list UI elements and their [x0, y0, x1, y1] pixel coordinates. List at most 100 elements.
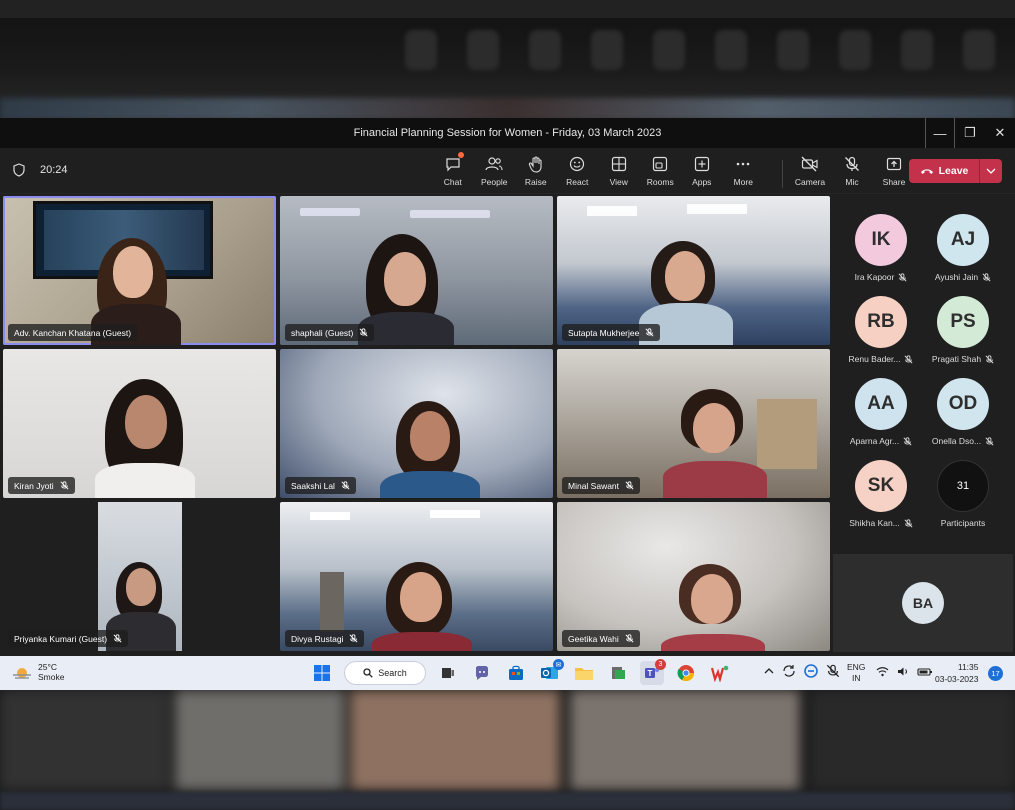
- phone-hangup-icon: [920, 169, 933, 174]
- participant-name: Renu Bader...: [848, 354, 901, 364]
- toolbar-divider: [782, 160, 783, 188]
- video-tile[interactable]: Priyanka Kumari (Guest): [3, 502, 276, 651]
- ghost-video-strip: [0, 98, 1015, 120]
- video-tile[interactable]: Adv. Kanchan Khatana (Guest): [3, 196, 276, 345]
- mic-button[interactable]: Mic: [831, 154, 873, 188]
- wifi-icon: [876, 667, 889, 677]
- edge-icon[interactable]: [804, 664, 818, 678]
- weather-haze-icon: [13, 668, 31, 679]
- people-button[interactable]: People: [474, 154, 516, 187]
- raise-hand-button[interactable]: Raise: [515, 154, 557, 187]
- mic-off-icon: [904, 354, 913, 363]
- participant-count-card[interactable]: 31 Participants: [923, 460, 1003, 528]
- teams-meeting-window: Financial Planning Session for Women - F…: [0, 118, 1015, 656]
- leave-button[interactable]: Leave: [909, 159, 979, 183]
- ghost-toolbar: [405, 30, 995, 70]
- camera-label: Camera: [794, 177, 826, 187]
- chrome-button[interactable]: [674, 661, 698, 685]
- video-tile[interactable]: shaphali (Guest): [280, 196, 553, 345]
- video-tile[interactable]: Sutapta Mukherjee: [557, 196, 830, 345]
- system-status[interactable]: [876, 666, 933, 677]
- rooms-label: Rooms: [646, 177, 674, 187]
- video-tile[interactable]: Kiran Jyoti: [3, 349, 276, 498]
- chat-button[interactable]: Chat: [432, 152, 474, 187]
- teams-button[interactable]: T 3: [640, 659, 666, 685]
- outlook-button[interactable]: ✉: [538, 659, 564, 685]
- chat-app-button[interactable]: [470, 661, 494, 685]
- clock[interactable]: 11:35 03-03-2023: [935, 661, 978, 685]
- rooms-button[interactable]: Rooms: [640, 154, 682, 187]
- mic-off-icon[interactable]: [826, 664, 840, 678]
- taskbar-search[interactable]: Search: [344, 661, 426, 685]
- mic-off-icon: [625, 481, 634, 490]
- leave-options-button[interactable]: [979, 159, 1002, 183]
- windows-start-button[interactable]: [310, 661, 334, 685]
- view-button[interactable]: View: [598, 154, 640, 187]
- video-tile[interactable]: BA: [833, 554, 1013, 652]
- chat-icon: [443, 152, 464, 174]
- window-controls: — ❐ ✕: [925, 118, 1015, 148]
- taskbar-apps: Search ✉ T 3: [310, 659, 732, 685]
- participant-name-row: Onella Dso...: [932, 436, 994, 446]
- video-tile[interactable]: Divya Rustagi: [280, 502, 553, 651]
- tile-name: Minal Sawant: [568, 480, 620, 491]
- react-button[interactable]: React: [557, 154, 599, 187]
- more-button[interactable]: More: [723, 154, 765, 187]
- windows-logo-icon: [314, 665, 330, 681]
- tile-name-tag: Saakshi Lal: [285, 477, 356, 494]
- minimize-button[interactable]: —: [925, 118, 955, 148]
- clock-time: 11:35: [957, 662, 979, 672]
- video-tile[interactable]: Minal Sawant: [557, 349, 830, 498]
- participant-count: 31: [937, 460, 989, 512]
- notification-badge[interactable]: 17: [988, 666, 1003, 681]
- tile-name: Kiran Jyoti: [14, 480, 54, 491]
- participant-name: Ayushi Jain: [934, 272, 979, 282]
- store-icon: [509, 665, 523, 680]
- weather-widget[interactable]: 25°C Smoke: [12, 662, 64, 682]
- tile-name: Geetika Wahi: [568, 633, 619, 644]
- camera-button[interactable]: Camera: [789, 154, 831, 188]
- participant-name-row: Ira Kapoor: [855, 272, 908, 282]
- participant-name-row: Aparna Agr...: [850, 436, 912, 446]
- mic-off-icon: [985, 354, 994, 363]
- files-app-button[interactable]: [606, 661, 630, 685]
- participant-name: Onella Dso...: [931, 436, 982, 446]
- battery-icon: [917, 667, 932, 676]
- portrait-video: [98, 502, 182, 651]
- language-code: ENG: [847, 662, 866, 672]
- participant-card[interactable]: OD Onella Dso...: [923, 378, 1003, 446]
- participant-card[interactable]: IK Ira Kapoor: [841, 214, 921, 282]
- chat-label: Chat: [443, 177, 462, 187]
- folder-icon: [575, 668, 593, 680]
- mic-label: Mic: [845, 177, 859, 187]
- language-indicator[interactable]: ENG IN: [847, 662, 865, 684]
- avatar: PS: [937, 296, 989, 348]
- wps-icon: [711, 665, 729, 682]
- participant-card[interactable]: PS Pragati Shah: [923, 296, 1003, 364]
- restore-button[interactable]: ❐: [955, 118, 985, 148]
- chevron-up-icon[interactable]: [764, 667, 774, 675]
- store-button[interactable]: [504, 661, 528, 685]
- participant-card[interactable]: RB Renu Bader...: [841, 296, 921, 364]
- video-tile[interactable]: Saakshi Lal: [280, 349, 553, 498]
- participant-card[interactable]: AA Aparna Agr...: [841, 378, 921, 446]
- apps-button[interactable]: Apps: [681, 154, 723, 187]
- region-code: IN: [851, 673, 861, 683]
- participant-card[interactable]: AJ Ayushi Jain: [923, 214, 1003, 282]
- participant-card[interactable]: SK Shikha Kan...: [841, 460, 921, 528]
- video-tile[interactable]: Geetika Wahi: [557, 502, 830, 651]
- close-button[interactable]: ✕: [985, 118, 1015, 148]
- weather-temp: 25°C: [38, 662, 57, 672]
- tile-name-tag: shaphali (Guest): [285, 324, 375, 341]
- chrome-icon: [677, 665, 695, 682]
- mic-off-icon: [982, 272, 991, 281]
- wps-office-button[interactable]: [708, 661, 732, 685]
- file-explorer-button[interactable]: [572, 661, 596, 685]
- shield-icon[interactable]: [13, 163, 25, 177]
- video-grid: Adv. Kanchan Khatana (Guest) shaphali (G…: [3, 196, 830, 652]
- sync-icon[interactable]: [782, 664, 796, 678]
- tile-name-tag: Divya Rustagi: [285, 630, 365, 647]
- task-view-button[interactable]: [436, 661, 460, 685]
- tile-name: Priyanka Kumari (Guest): [14, 633, 108, 644]
- outlook-badge-icon: ✉: [553, 659, 564, 670]
